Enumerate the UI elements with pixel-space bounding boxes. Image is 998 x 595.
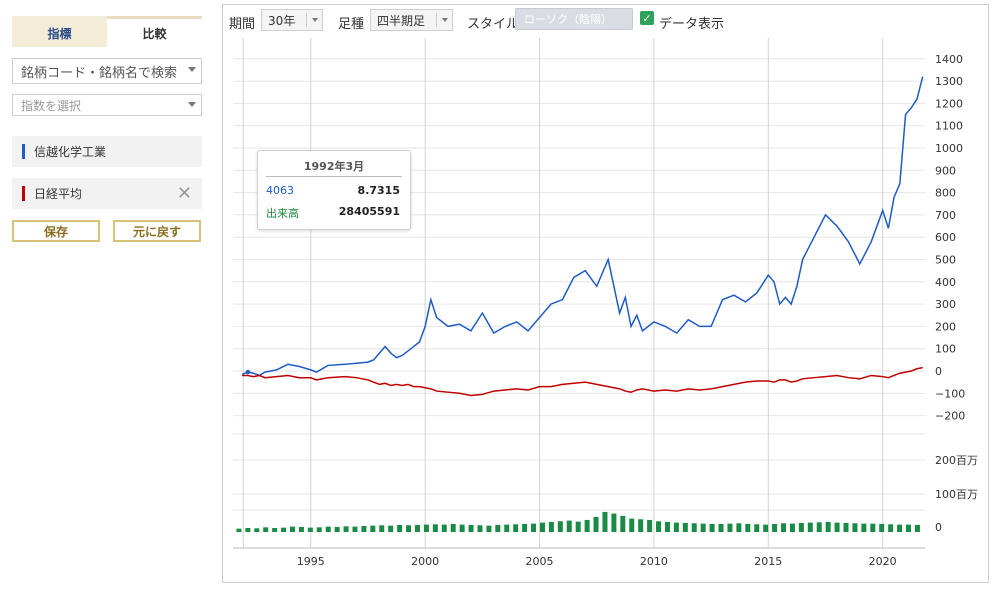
style-value: ローソク（陰陽） [524, 13, 612, 26]
save-button[interactable]: 保存 [12, 220, 100, 242]
tooltip-key: 4063 [266, 184, 294, 197]
series-label: 日経平均 [34, 187, 83, 201]
chevron-down-icon [188, 102, 196, 107]
style-label: スタイル [467, 17, 520, 32]
stock-search-input[interactable]: 銘柄コード・銘柄名で検索 [12, 58, 202, 84]
candle-label: 足種 [338, 17, 365, 32]
sidebar: 指標 比較 銘柄コード・銘柄名で検索 指数を選択 信越化学工業 日経平均 ✕ 保… [0, 0, 215, 595]
index-select[interactable]: 指数を選択 [12, 94, 202, 116]
check-icon: ✓ [642, 11, 652, 25]
chevron-down-icon [188, 67, 196, 72]
sidebar-tabs: 指標 比較 [12, 16, 202, 47]
tooltip-row: 出来高 28405591 [266, 205, 400, 220]
chevron-down-icon [312, 18, 318, 22]
chart-toolbar: 期間 30年 足種 四半期足 スタイル ローソク（陰陽） ✓ データ表示 [223, 5, 988, 35]
index-select-placeholder: 指数を選択 [21, 98, 82, 113]
select-divider [306, 13, 307, 27]
select-divider [436, 13, 437, 27]
tab-compare[interactable]: 比較 [107, 16, 202, 47]
series-label: 信越化学工業 [34, 145, 107, 159]
data-tooltip: 1992年3月 4063 8.7315 出来高 28405591 [257, 150, 411, 230]
close-icon[interactable]: ✕ [177, 183, 192, 204]
series-item-shinetsu[interactable]: 信越化学工業 [12, 136, 202, 167]
tooltip-value: 8.7315 [357, 184, 400, 197]
series-item-nikkei[interactable]: 日経平均 ✕ [12, 178, 202, 209]
tooltip-divider [266, 176, 402, 177]
tab-indicators[interactable]: 指標 [12, 16, 107, 47]
series-color-marker [22, 144, 25, 159]
tooltip-key: 出来高 [266, 207, 299, 220]
reset-button[interactable]: 元に戻す [113, 220, 201, 242]
series-color-marker [22, 186, 25, 201]
data-display-label: データ表示 [659, 17, 725, 32]
candle-select[interactable]: 四半期足 [370, 9, 453, 31]
tooltip-row: 4063 8.7315 [266, 184, 400, 198]
tooltip-value: 28405591 [338, 205, 400, 218]
chevron-down-icon [442, 18, 448, 22]
style-select[interactable]: ローソク（陰陽） [515, 8, 633, 30]
chart-panel: 期間 30年 足種 四半期足 スタイル ローソク（陰陽） ✓ データ表示 [222, 4, 989, 583]
tooltip-title: 1992年3月 [303, 160, 365, 173]
candle-value: 四半期足 [377, 13, 426, 28]
period-label: 期間 [229, 17, 256, 32]
stock-search-placeholder: 銘柄コード・銘柄名で検索 [21, 65, 178, 81]
period-select[interactable]: 30年 [261, 9, 323, 31]
data-display-checkbox[interactable]: ✓ [640, 11, 654, 25]
period-value: 30年 [268, 13, 296, 28]
